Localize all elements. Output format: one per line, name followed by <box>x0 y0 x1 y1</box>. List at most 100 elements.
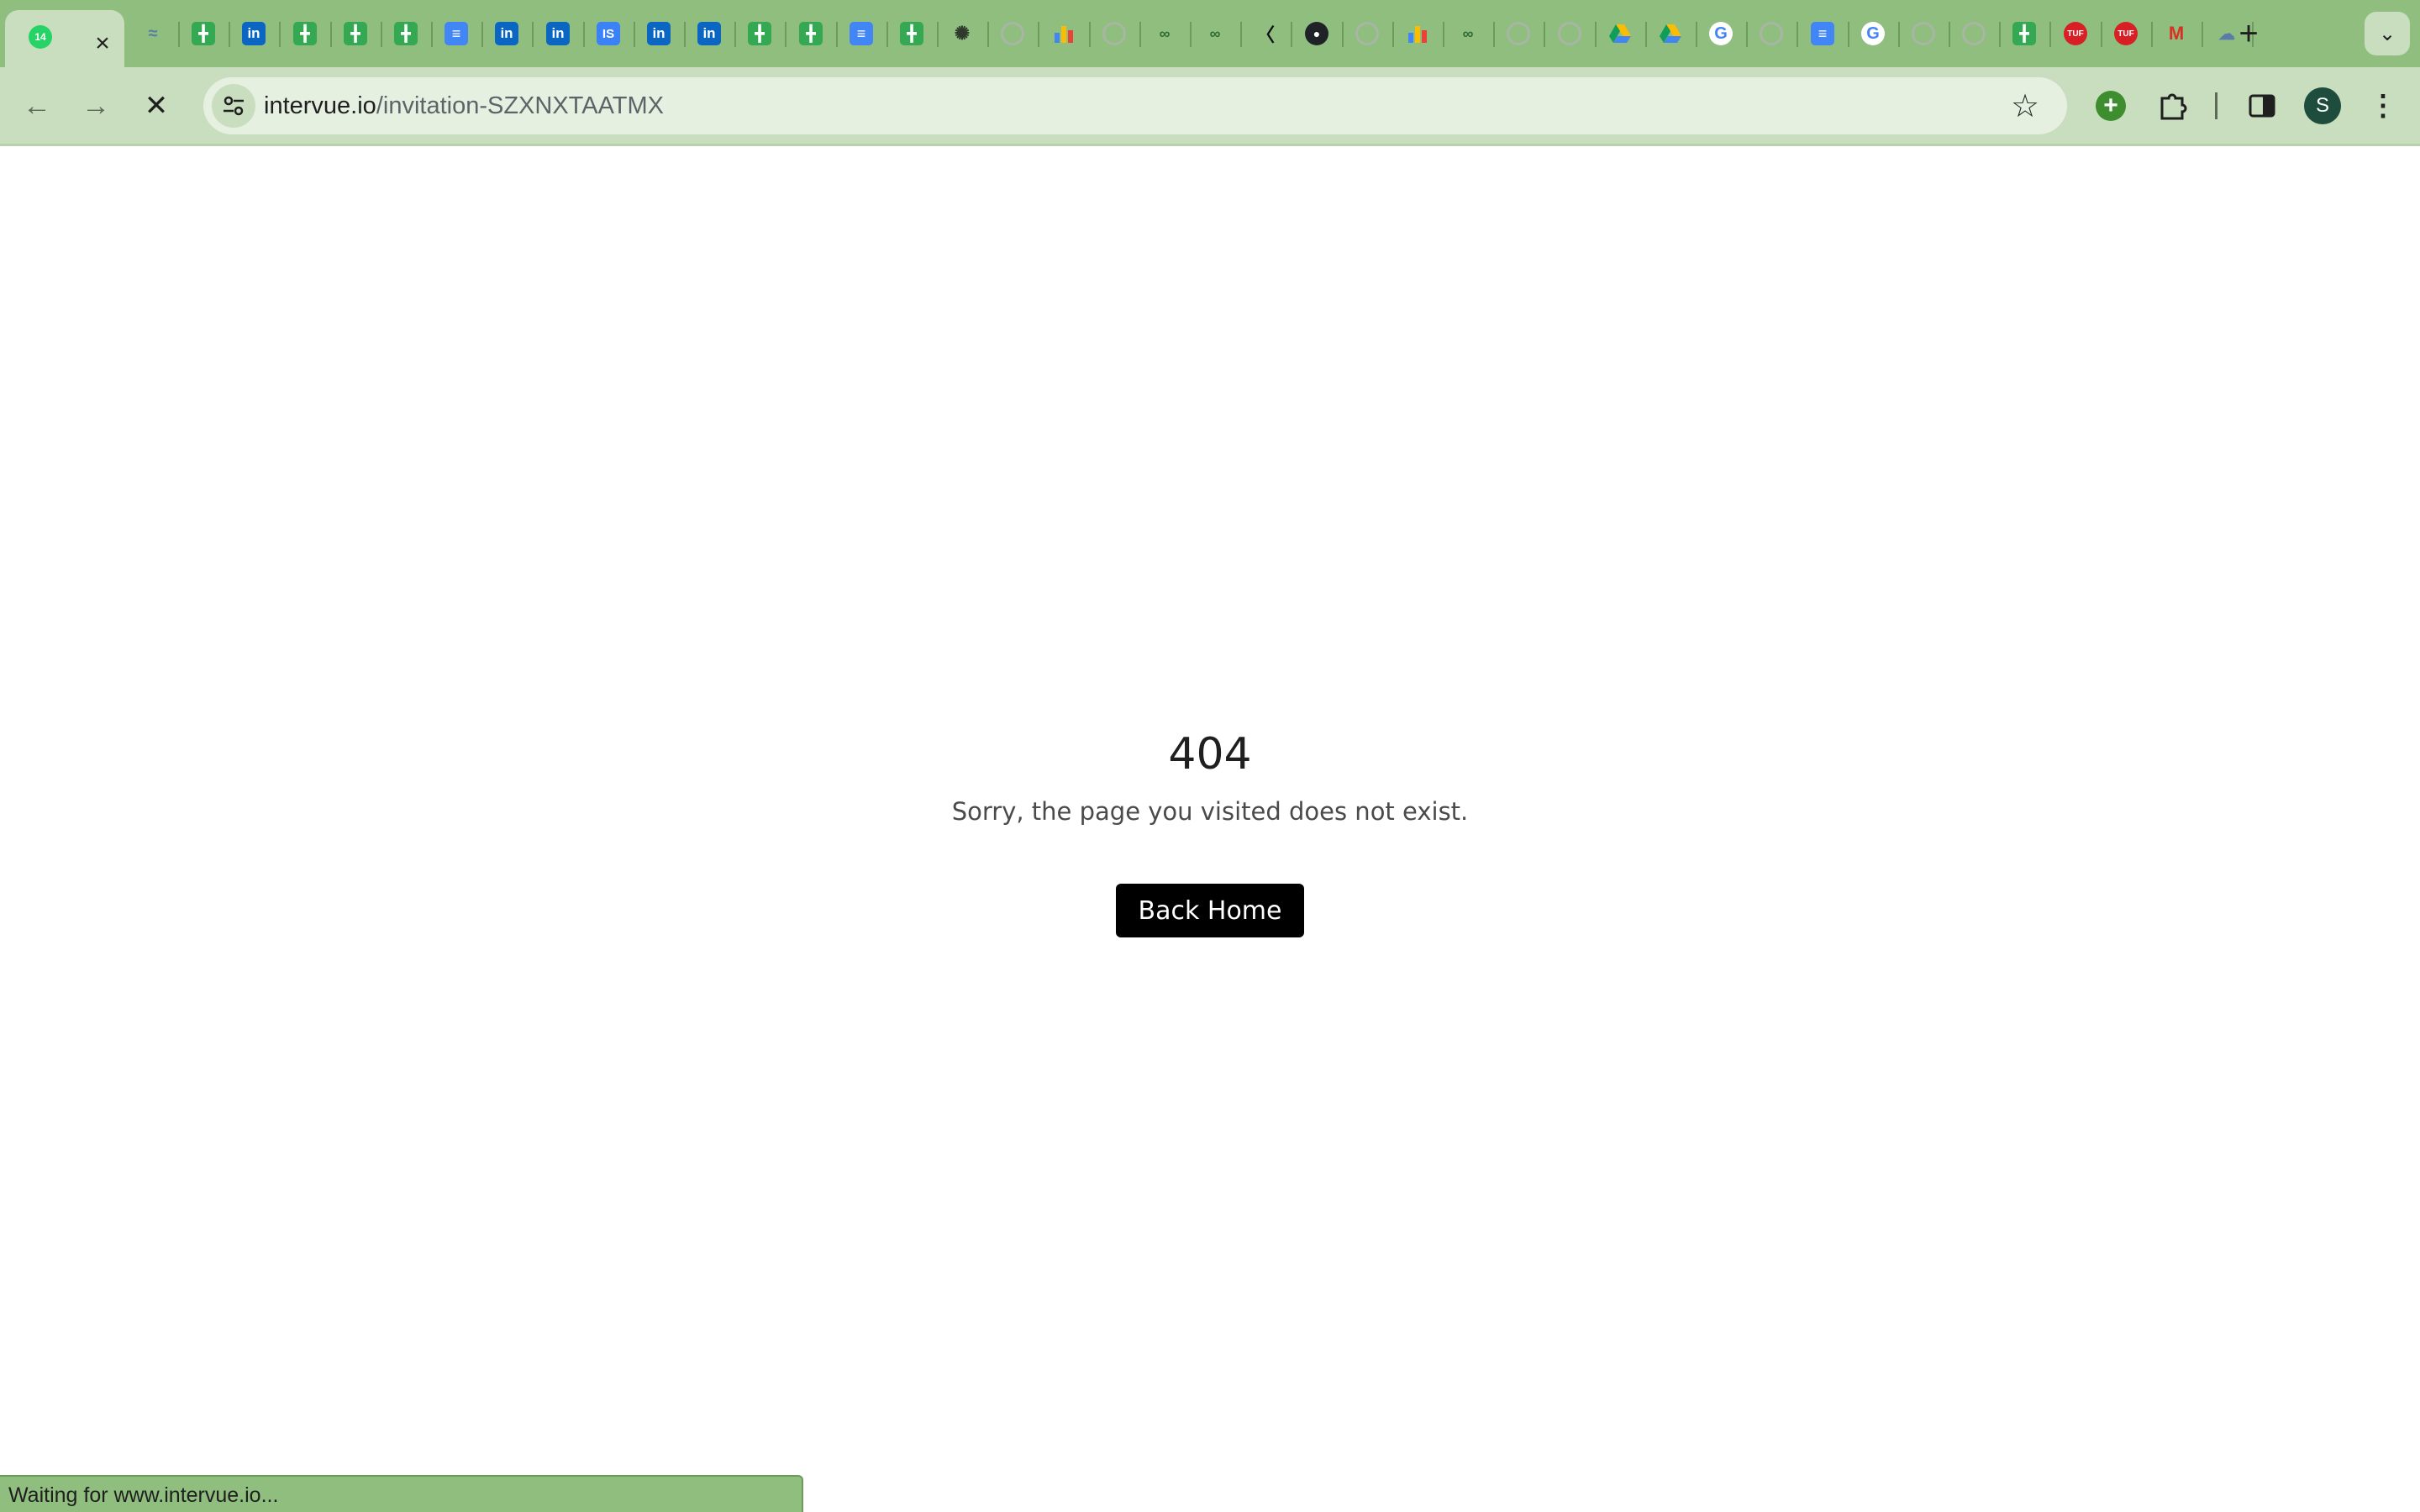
tab-separator <box>1595 22 1597 47</box>
status-text: Waiting for www.intervue.io... <box>8 1483 279 1507</box>
browser-tab[interactable]: ╋ <box>287 15 324 52</box>
tab-separator <box>1999 22 2001 47</box>
stop-loading-button[interactable]: ✕ <box>134 84 178 128</box>
browser-tab[interactable] <box>1349 15 1386 52</box>
pen-icon: 〈 <box>1255 24 1275 45</box>
tab-separator <box>886 22 888 47</box>
browser-tab[interactable]: ╋ <box>185 15 222 52</box>
sheets-icon: ╋ <box>344 22 367 45</box>
tab-separator <box>1038 22 1039 47</box>
browser-tab[interactable] <box>1753 15 1790 52</box>
tab-search-button[interactable]: ⌄ <box>2365 12 2410 55</box>
linkedin-icon: in <box>647 22 671 45</box>
back-home-button[interactable]: Back Home <box>1116 884 1304 937</box>
browser-tab[interactable]: in <box>691 15 728 52</box>
tab-separator <box>734 22 736 47</box>
extension-plus-icon[interactable]: + <box>2096 91 2126 121</box>
drive-icon <box>1608 22 1632 45</box>
browser-tab[interactable]: ╋ <box>792 15 829 52</box>
tab-separator <box>1139 22 1141 47</box>
google-icon: G <box>1861 22 1885 45</box>
tab-separator <box>1493 22 1495 47</box>
side-panel-icon[interactable] <box>2242 86 2282 126</box>
tab-separator <box>1898 22 1900 47</box>
browser-tab[interactable]: ╋ <box>893 15 930 52</box>
browser-tab[interactable]: 〈 <box>1247 15 1284 52</box>
error-code: 404 <box>1168 729 1252 780</box>
browser-tab[interactable]: G <box>1702 15 1739 52</box>
chart-icon <box>1406 22 1429 45</box>
browser-tab[interactable]: ≡ <box>843 15 880 52</box>
chevron-down-icon: ⌄ <box>2378 22 2396 45</box>
sheets-icon: ╋ <box>2012 22 2036 45</box>
sheets-icon: ╋ <box>293 22 317 45</box>
url-text[interactable]: intervue.io/invitation-SZXNXTAATMX <box>264 91 664 121</box>
browser-tab[interactable]: ≡ <box>438 15 475 52</box>
tune-icon <box>224 96 244 116</box>
browser-tab[interactable]: ∞ <box>1197 15 1234 52</box>
browser-tab[interactable]: TUF <box>2107 15 2144 52</box>
menu-kebab-icon[interactable]: ⋮ <box>2365 84 2402 128</box>
linkedin-icon: in <box>697 22 721 45</box>
error-message: Sorry, the page you visited does not exi… <box>951 797 1469 826</box>
browser-tab[interactable]: ∞ <box>1449 15 1486 52</box>
browser-tab[interactable]: in <box>235 15 272 52</box>
browser-tab[interactable]: in <box>640 15 677 52</box>
browser-tab[interactable]: ╋ <box>741 15 778 52</box>
tab-separator <box>1848 22 1849 47</box>
tab-separator <box>1291 22 1292 47</box>
browser-tab[interactable]: ≡ <box>1804 15 1841 52</box>
browser-tab[interactable]: M <box>2158 15 2195 52</box>
tab-separator <box>1190 22 1192 47</box>
sheets-icon: ╋ <box>748 22 771 45</box>
browser-tab[interactable] <box>1500 15 1537 52</box>
seal-icon <box>1507 22 1530 45</box>
browser-tab[interactable]: ╋ <box>337 15 374 52</box>
tab-separator <box>229 22 230 47</box>
tab-separator <box>583 22 585 47</box>
browser-tab[interactable] <box>1905 15 1942 52</box>
browser-tab[interactable]: ≈ <box>134 15 171 52</box>
tab-separator <box>1696 22 1697 47</box>
browser-tab[interactable] <box>1602 15 1639 52</box>
browser-tab[interactable] <box>1399 15 1436 52</box>
docs-icon: ≡ <box>445 22 468 45</box>
browser-tab[interactable]: ● <box>1298 15 1335 52</box>
browser-tab[interactable] <box>994 15 1031 52</box>
browser-tab[interactable] <box>1551 15 1588 52</box>
browser-tab[interactable] <box>1045 15 1082 52</box>
bookmark-star-icon[interactable]: ☆ <box>2004 85 2046 127</box>
browser-tab[interactable]: IS <box>590 15 627 52</box>
new-tab-button[interactable]: + <box>2230 15 2267 52</box>
extensions-puzzle-icon[interactable] <box>2153 86 2193 126</box>
gfg-icon: ∞ <box>1462 24 1474 42</box>
back-button[interactable]: ← <box>15 84 59 128</box>
tab-separator <box>684 22 686 47</box>
browser-tab[interactable] <box>1096 15 1133 52</box>
browser-tab[interactable]: in <box>488 15 525 52</box>
browser-tab[interactable] <box>1955 15 1992 52</box>
browser-tab[interactable]: ✺ <box>944 15 981 52</box>
browser-tab[interactable]: G <box>1854 15 1891 52</box>
active-tab[interactable]: 14 × <box>5 10 124 67</box>
browser-tab[interactable]: TUF <box>2057 15 2094 52</box>
tab-separator <box>1746 22 1748 47</box>
tuf-icon: TUF <box>2064 22 2087 45</box>
browser-tab[interactable]: ∞ <box>1146 15 1183 52</box>
tab-separator <box>330 22 332 47</box>
tab-separator <box>987 22 989 47</box>
tab-separator <box>836 22 838 47</box>
tab-separator <box>1544 22 1545 47</box>
browser-tab[interactable] <box>1652 15 1689 52</box>
browser-tab[interactable]: ╋ <box>2006 15 2043 52</box>
tab-separator <box>1797 22 1798 47</box>
tab-separator <box>2101 22 2102 47</box>
close-tab-icon[interactable]: × <box>87 29 118 59</box>
site-info-button[interactable] <box>212 84 255 128</box>
whatsapp-icon: 14 <box>22 18 59 55</box>
browser-tab[interactable]: in <box>539 15 576 52</box>
forward-button[interactable]: → <box>74 84 118 128</box>
browser-tab[interactable]: ╋ <box>387 15 424 52</box>
profile-avatar[interactable]: S <box>2304 87 2341 124</box>
tab-separator <box>1443 22 1444 47</box>
